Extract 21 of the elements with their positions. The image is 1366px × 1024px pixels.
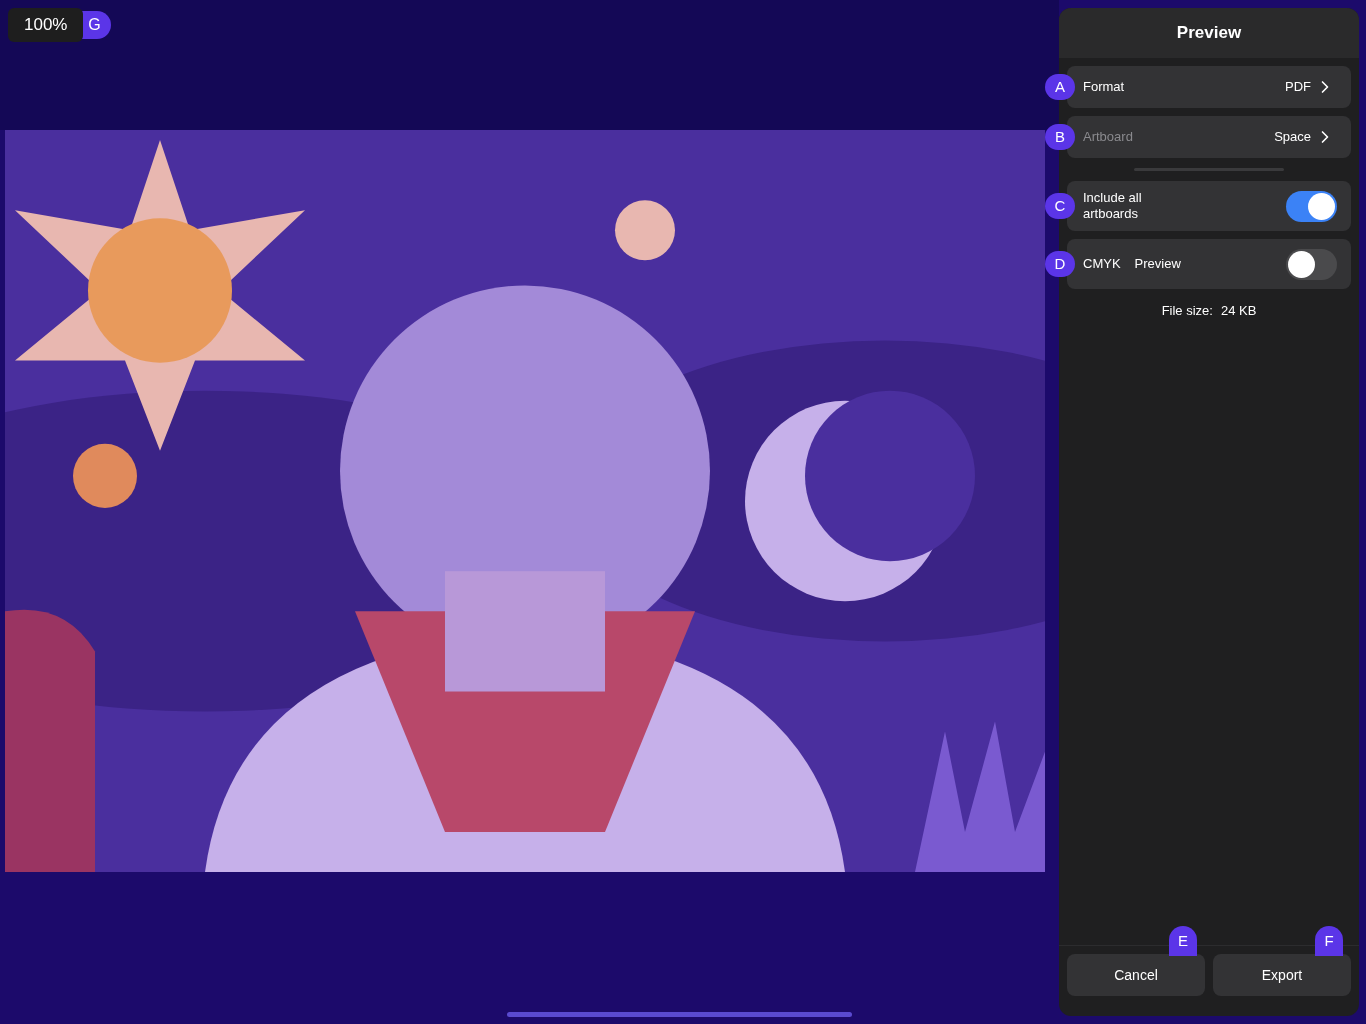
- row-label: Artboard: [1083, 128, 1133, 147]
- zoom-level[interactable]: 100%: [8, 8, 84, 42]
- row-label: Format: [1083, 78, 1125, 97]
- toggle-switch[interactable]: [1286, 190, 1337, 222]
- callout-badge: C: [1045, 193, 1075, 219]
- callout-badge: B: [1045, 124, 1075, 150]
- dialog-button[interactable]: Export: [1213, 954, 1351, 996]
- toggle-switch[interactable]: [1286, 248, 1337, 280]
- row-label: Include all artboards: [1083, 190, 1143, 222]
- file-size-label: File size:: [1161, 302, 1213, 320]
- row-label: CMYK: [1083, 256, 1121, 272]
- format-row[interactable]: Format PDF: [1067, 66, 1351, 108]
- panel-title: Preview: [1176, 22, 1242, 45]
- dialog-button[interactable]: Cancel: [1067, 954, 1205, 996]
- row-value: Space: [1274, 128, 1311, 147]
- row-label: Preview: [1134, 255, 1181, 274]
- row-value: PDF: [1285, 78, 1311, 97]
- callout-badge: D: [1045, 251, 1075, 277]
- callout-badge: E: [1169, 926, 1197, 956]
- callout-badge: F: [1315, 926, 1343, 956]
- file-size-value: 24 KB: [1220, 302, 1257, 320]
